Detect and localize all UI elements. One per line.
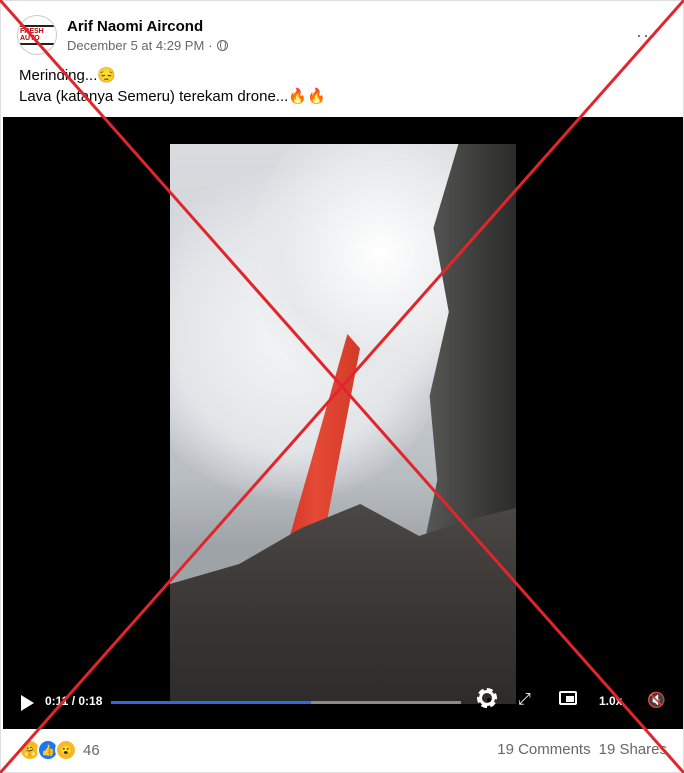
caption-line: Lava (katanya Semeru) terekam drone...🔥🔥 xyxy=(19,88,326,105)
caption-line: Merinding...😔 xyxy=(19,67,117,84)
dot-separator: · xyxy=(208,37,213,53)
pip-icon[interactable] xyxy=(559,691,577,705)
post-date[interactable]: December 5 at 4:29 PM xyxy=(67,38,204,53)
post-stats: 19 Comments 19 Shares xyxy=(497,741,667,758)
video-controls: 0:11 / 0:18 ⤢ 1.0x 🔇 xyxy=(3,681,683,729)
progress-bar[interactable] xyxy=(111,701,461,704)
fullscreen-icon[interactable]: ⤢ xyxy=(518,691,531,709)
post-subline: December 5 at 4:29 PM · xyxy=(67,38,228,53)
author-name[interactable]: Arif Naomi Aircond xyxy=(67,18,228,35)
avatar-logo-text: FRESH AUTO xyxy=(18,25,56,45)
wow-reaction-icon: 😮 xyxy=(55,739,77,761)
post-caption: Merinding...😔 Lava (katanya Semeru) tere… xyxy=(19,65,326,107)
more-icon[interactable]: ··· xyxy=(636,25,657,46)
post-header: FRESH AUTO Arif Naomi Aircond December 5… xyxy=(17,15,228,55)
play-icon[interactable] xyxy=(21,695,34,711)
comments-link[interactable]: 19 Comments xyxy=(497,741,590,758)
post-footer: 🤗 👍 😮 46 19 Comments 19 Shares xyxy=(1,735,684,767)
video-player[interactable]: 0:11 / 0:18 ⤢ 1.0x 🔇 xyxy=(3,117,683,729)
progress-fill xyxy=(111,701,311,704)
avatar[interactable]: FRESH AUTO xyxy=(17,15,57,55)
facebook-post: FRESH AUTO Arif Naomi Aircond December 5… xyxy=(0,0,684,773)
shares-link[interactable]: 19 Shares xyxy=(599,741,667,758)
reactions-count: 46 xyxy=(83,741,100,759)
video-time: 0:11 / 0:18 xyxy=(45,694,103,708)
video-frame[interactable] xyxy=(170,144,516,704)
settings-icon[interactable] xyxy=(477,688,497,708)
mute-icon[interactable]: 🔇 xyxy=(647,691,666,709)
rocky-ground xyxy=(170,504,516,704)
playback-speed[interactable]: 1.0x xyxy=(599,694,622,708)
globe-icon xyxy=(216,39,228,51)
post-meta: Arif Naomi Aircond December 5 at 4:29 PM… xyxy=(67,18,228,53)
reactions[interactable]: 🤗 👍 😮 46 xyxy=(19,739,100,761)
